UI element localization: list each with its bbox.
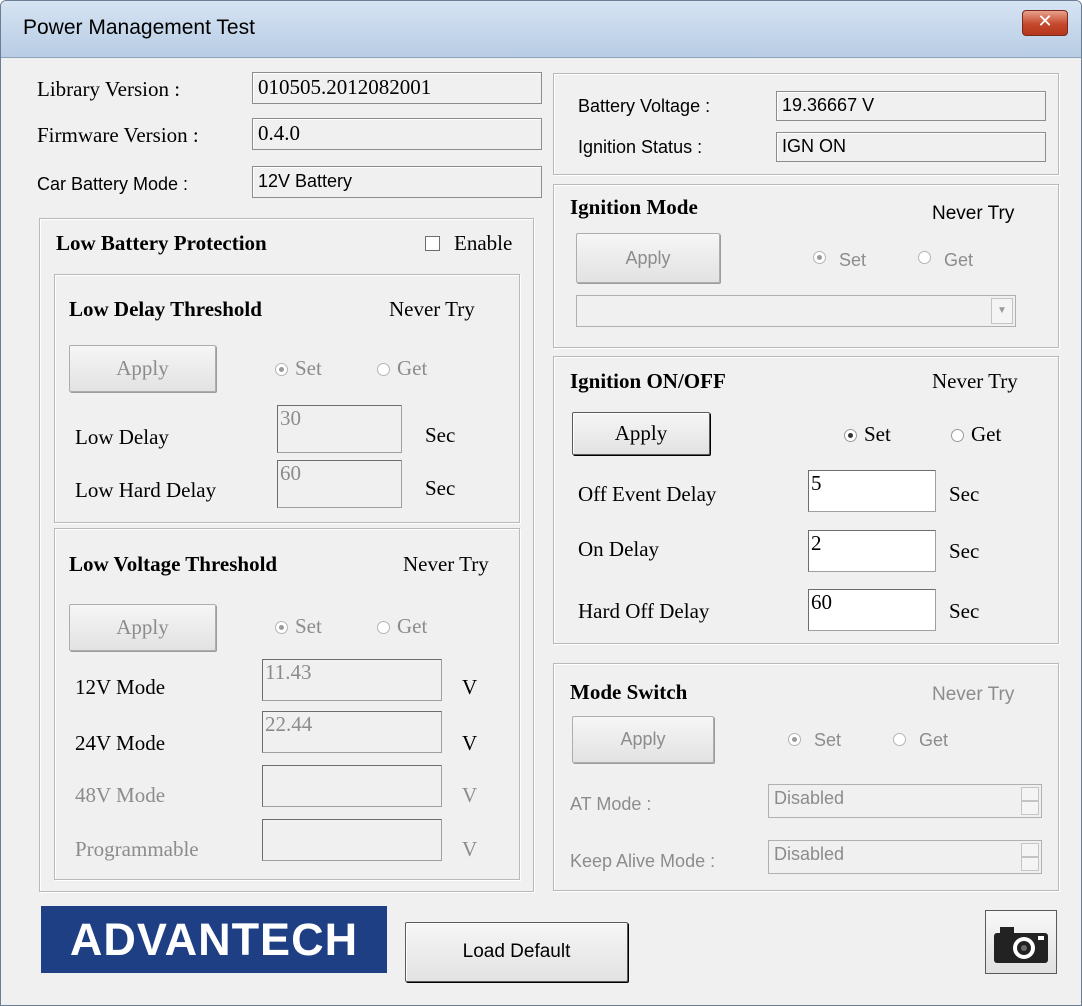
off-event-delay-input[interactable]: 5: [808, 470, 936, 512]
low-delay-get-label: Get: [397, 356, 428, 380]
low-hard-delay-unit: Sec: [425, 476, 456, 500]
low-voltage-threshold-group: Low Voltage Threshold Never Try Apply Se…: [54, 528, 520, 880]
mode-48v-unit: V: [462, 783, 478, 807]
client-area: Library Version : 010505.2012082001 Firm…: [1, 58, 1081, 1005]
hard-off-delay-input[interactable]: 60: [808, 589, 936, 631]
enable-label: Enable: [454, 231, 513, 255]
enable-checkbox[interactable]: [425, 236, 440, 251]
mode-24v-input[interactable]: 22.44: [262, 711, 442, 753]
camera-icon: [994, 927, 1048, 963]
power-management-window: Power Management Test ✕ Library Version …: [0, 0, 1082, 1006]
keep-alive-mode-label: Keep Alive Mode :: [570, 851, 716, 871]
battery-voltage-label: Battery Voltage :: [578, 96, 711, 116]
low-voltage-get-label: Get: [397, 614, 428, 638]
title-bar[interactable]: Power Management Test ✕: [1, 1, 1081, 58]
ignition-mode-title: Ignition Mode: [570, 195, 698, 219]
low-voltage-set-radio[interactable]: [275, 621, 288, 634]
firmware-version-field: 0.4.0: [252, 118, 542, 150]
low-delay-input[interactable]: 30: [277, 405, 402, 453]
mode-switch-status: Never Try: [932, 684, 1015, 705]
low-delay-threshold-title: Low Delay Threshold: [69, 297, 262, 321]
car-battery-mode-label: Car Battery Mode :: [37, 174, 189, 194]
low-voltage-get-radio[interactable]: [377, 621, 390, 634]
at-mode-spinbox[interactable]: Disabled: [768, 784, 1042, 818]
firmware-version-label: Firmware Version :: [37, 123, 199, 147]
off-event-delay-unit: Sec: [949, 482, 980, 506]
window-title: Power Management Test: [23, 16, 255, 39]
camera-button[interactable]: [985, 910, 1057, 974]
spin-arrows-icon[interactable]: [1021, 843, 1039, 871]
low-delay-apply-button[interactable]: Apply: [69, 345, 216, 392]
mode-switch-set-label: Set: [814, 730, 842, 750]
low-delay-set-label: Set: [295, 356, 322, 380]
low-hard-delay-input[interactable]: 60: [277, 460, 402, 508]
ignition-onoff-set-radio[interactable]: [844, 429, 857, 442]
mode-switch-group: Mode Switch Never Try Apply Set Get AT M…: [553, 663, 1059, 891]
on-delay-unit: Sec: [949, 539, 980, 563]
ignition-mode-apply-button[interactable]: Apply: [576, 233, 720, 283]
mode-48v-input[interactable]: [262, 765, 442, 807]
mode-24v-label: 24V Mode: [75, 731, 166, 755]
hard-off-delay-label: Hard Off Delay: [578, 599, 710, 623]
library-version-field: 010505.2012082001: [252, 72, 542, 104]
ignition-mode-get-label: Get: [944, 250, 974, 270]
mode-switch-title: Mode Switch: [570, 680, 688, 704]
mode-switch-get-label: Get: [919, 730, 949, 750]
ignition-mode-set-radio[interactable]: [813, 251, 826, 264]
low-voltage-threshold-status: Never Try: [403, 552, 489, 576]
ignition-status-label: Ignition Status :: [578, 137, 703, 157]
at-mode-label: AT Mode :: [570, 794, 652, 814]
mode-switch-set-radio[interactable]: [788, 733, 801, 746]
keep-alive-mode-spinbox[interactable]: Disabled: [768, 840, 1042, 874]
mode-switch-get-radio[interactable]: [893, 733, 906, 746]
low-delay-set-radio[interactable]: [275, 363, 288, 376]
ignition-onoff-set-label: Set: [864, 422, 891, 446]
low-delay-threshold-status: Never Try: [389, 297, 475, 321]
close-button[interactable]: ✕: [1022, 10, 1068, 36]
ignition-mode-combobox[interactable]: ▼: [576, 295, 1016, 327]
low-voltage-set-label: Set: [295, 614, 322, 638]
low-voltage-threshold-title: Low Voltage Threshold: [69, 552, 278, 576]
mode-48v-label: 48V Mode: [75, 783, 166, 807]
ignition-onoff-group: Ignition ON/OFF Never Try Apply Set Get …: [553, 356, 1059, 644]
chevron-down-icon[interactable]: ▼: [991, 298, 1013, 324]
mode-12v-unit: V: [462, 675, 478, 699]
ignition-mode-group: Ignition Mode Never Try Apply Set Get ▼: [553, 184, 1059, 348]
ignition-mode-set-label: Set: [839, 250, 867, 270]
on-delay-input[interactable]: 2: [808, 530, 936, 572]
programmable-label: Programmable: [75, 837, 199, 861]
programmable-unit: V: [462, 837, 478, 861]
on-delay-label: On Delay: [578, 537, 660, 561]
low-hard-delay-label: Low Hard Delay: [75, 478, 217, 502]
programmable-input[interactable]: [262, 819, 442, 861]
ignition-mode-status: Never Try: [932, 203, 1015, 224]
ignition-mode-get-radio[interactable]: [918, 251, 931, 264]
ignition-status-field: IGN ON: [776, 132, 1046, 162]
battery-voltage-field: 19.36667 V: [776, 91, 1046, 121]
ignition-onoff-get-radio[interactable]: [951, 429, 964, 442]
low-delay-get-radio[interactable]: [377, 363, 390, 376]
low-battery-protection-title: Low Battery Protection: [56, 231, 267, 255]
advantech-logo: ADVANTECH: [41, 906, 387, 973]
ignition-onoff-get-label: Get: [971, 422, 1002, 446]
ignition-onoff-title: Ignition ON/OFF: [570, 369, 726, 393]
low-delay-threshold-group: Low Delay Threshold Never Try Apply Set …: [54, 274, 520, 523]
low-delay-unit: Sec: [425, 423, 456, 447]
car-battery-mode-field: 12V Battery: [252, 166, 542, 198]
load-default-button[interactable]: Load Default: [405, 922, 628, 982]
low-battery-protection-group: Low Battery Protection Enable Low Delay …: [39, 218, 534, 892]
hard-off-delay-unit: Sec: [949, 599, 980, 623]
mode-12v-label: 12V Mode: [75, 675, 166, 699]
mode-switch-apply-button[interactable]: Apply: [572, 716, 714, 763]
ignition-onoff-apply-button[interactable]: Apply: [572, 412, 710, 455]
library-version-label: Library Version :: [37, 77, 181, 101]
off-event-delay-label: Off Event Delay: [578, 482, 717, 506]
ignition-onoff-status: Never Try: [932, 369, 1018, 393]
low-voltage-apply-button[interactable]: Apply: [69, 604, 216, 651]
spin-arrows-icon[interactable]: [1021, 787, 1039, 815]
battery-status-group: Battery Voltage : 19.36667 V Ignition St…: [553, 73, 1059, 175]
mode-12v-input[interactable]: 11.43: [262, 659, 442, 701]
mode-24v-unit: V: [462, 731, 478, 755]
low-delay-label: Low Delay: [75, 425, 169, 449]
